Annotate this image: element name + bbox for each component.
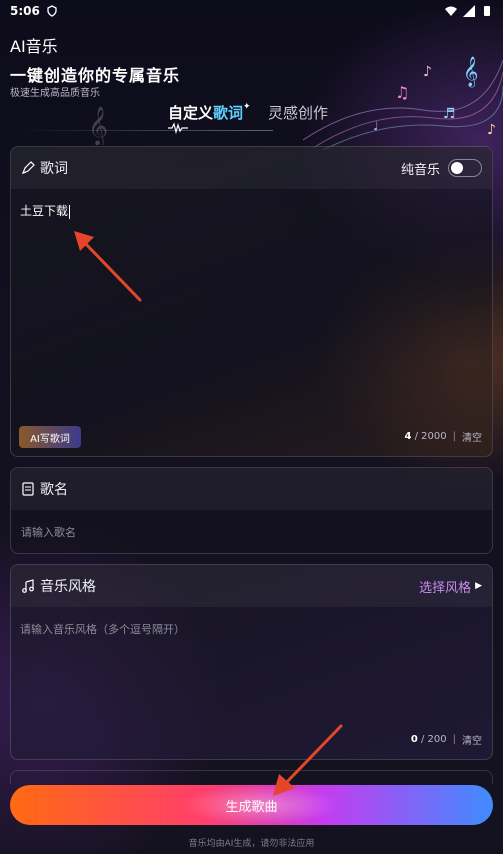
svg-text:𝄞: 𝄞 <box>463 56 478 88</box>
ai-write-lyrics-button[interactable]: AI写歌词 <box>19 426 81 448</box>
lyrics-title: 歌词 <box>40 161 68 177</box>
shield-icon <box>47 5 57 17</box>
lyrics-counter: 4 / 2000 | 清空 <box>404 429 482 444</box>
text-caret <box>69 204 71 219</box>
status-bar: 5:06 <box>0 0 503 22</box>
status-time: 5:06 <box>10 4 40 18</box>
tab-divider <box>16 130 273 131</box>
lyrics-header: 歌词 纯音乐 <box>11 147 492 189</box>
disclaimer-text: 音乐均由AI生成，请勿非法应用 <box>188 839 315 849</box>
song-name-card: 歌名 请输入歌名 <box>10 467 493 554</box>
play-triangle-icon: ▶ <box>475 581 482 591</box>
music-style-card: 音乐风格 选择风格 ▶ 请输入音乐风格（多个逗号隔开） 0 / 200 | 清空 <box>10 564 493 760</box>
tab-inspiration[interactable]: 灵感创作 <box>268 102 328 123</box>
song-name-header: 歌名 <box>11 468 492 510</box>
style-clear-button[interactable]: 清空 <box>462 732 482 747</box>
music-style-header: 音乐风格 选择风格 ▶ <box>11 565 492 607</box>
pure-music-label: 纯音乐 <box>400 162 440 178</box>
pure-music-toggle[interactable] <box>448 159 482 177</box>
tab-custom-lyrics[interactable]: 自定义歌词✦ <box>168 102 251 123</box>
battery-icon <box>484 6 490 16</box>
lyrics-card: 歌词 纯音乐 土豆下载 AI写歌词 4 / 2000 | 清空 <box>10 146 493 457</box>
toggle-knob <box>451 162 463 174</box>
tab-active-wave-icon <box>168 122 188 134</box>
music-note-icon <box>22 579 34 593</box>
hero-title: 一键创造你的专属音乐 <box>10 66 181 85</box>
choose-style-button[interactable]: 选择风格 ▶ <box>419 577 482 596</box>
mode-tabs: 自定义歌词✦ 灵感创作 <box>0 100 503 140</box>
next-card-peek <box>10 770 493 784</box>
music-style-title: 音乐风格 <box>40 579 96 595</box>
lyrics-input[interactable]: 土豆下载 <box>20 202 71 219</box>
pen-icon <box>21 161 35 175</box>
music-style-input[interactable]: 请输入音乐风格（多个逗号隔开） <box>20 621 185 637</box>
document-icon <box>22 482 34 496</box>
generate-song-button[interactable]: 生成歌曲 <box>10 785 493 825</box>
wifi-icon <box>445 6 457 16</box>
song-name-input[interactable]: 请输入歌名 <box>11 510 492 553</box>
app-title: AI音乐 <box>10 37 58 56</box>
song-name-title: 歌名 <box>40 482 68 498</box>
signal-icon <box>463 5 475 17</box>
style-counter: 0 / 200 | 清空 <box>410 732 482 747</box>
lyrics-clear-button[interactable]: 清空 <box>462 429 482 444</box>
svg-text:♪: ♪ <box>423 64 432 80</box>
sparkle-icon: ✦ <box>243 102 251 112</box>
